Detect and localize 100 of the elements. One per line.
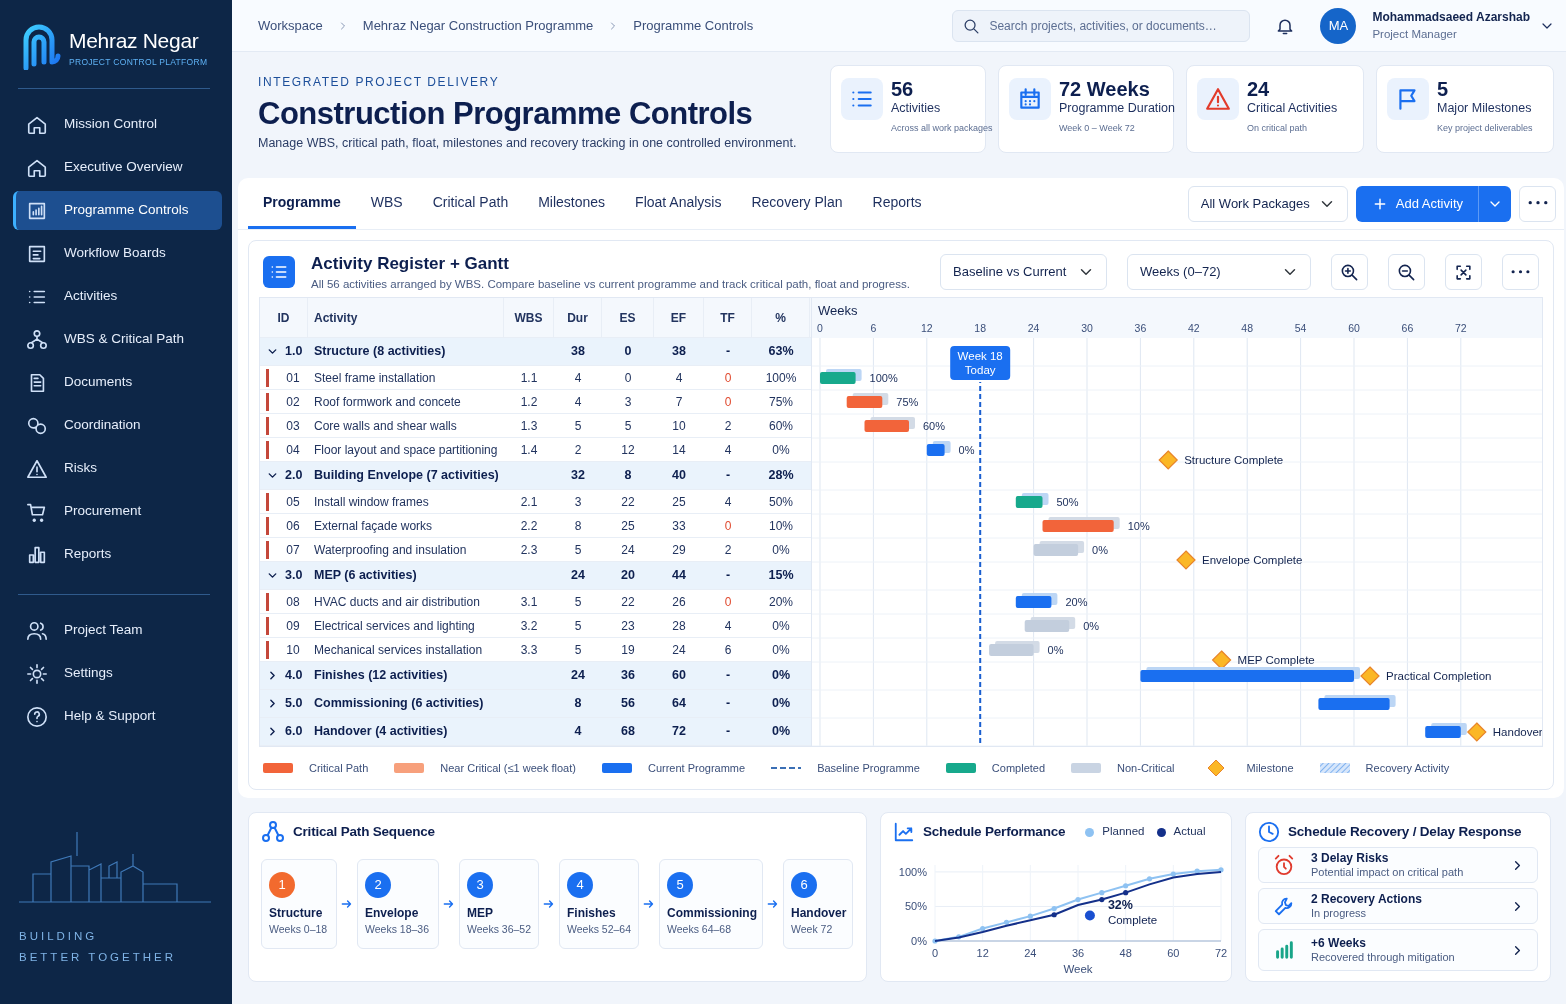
zoom-out-button[interactable]: [1388, 254, 1425, 290]
table-cell-text: 0: [723, 369, 733, 387]
step-weeks: Weeks 0–18: [269, 922, 329, 937]
tab[interactable]: Programme: [248, 178, 356, 229]
table-cell-text: 5: [573, 593, 583, 611]
table-cell-text: External façade works: [313, 517, 434, 535]
table-cell-text: 2.1: [519, 493, 539, 511]
table-cell-text: 75%: [768, 393, 794, 411]
table-cell-text: 24: [671, 641, 687, 659]
table-cell-text: 38: [570, 343, 586, 361]
more-icon: [1511, 269, 1530, 275]
column-header: Dur: [554, 298, 602, 337]
step-number: 2: [365, 872, 391, 898]
table-cell-text: 6: [723, 641, 733, 659]
table-cell-text: 1.3: [519, 417, 539, 435]
nav-item[interactable]: Project Team: [13, 611, 222, 650]
column-header: %: [752, 298, 810, 337]
nav-item[interactable]: Mission Control: [13, 105, 222, 144]
section-title: Activity Register + Gantt: [311, 252, 510, 275]
table-cell-text: 4: [723, 493, 733, 511]
range-dropdown[interactable]: Weeks (0–72): [1127, 254, 1311, 290]
table-cell-text: Structure (8 activities): [313, 343, 447, 361]
nav-item[interactable]: Activities: [13, 277, 222, 316]
breadcrumb-link[interactable]: Programme Controls: [633, 15, 754, 36]
axis-tick: 100%: [898, 865, 927, 878]
table-cell-text: HVAC ducts and air distribution: [313, 593, 481, 611]
table-cell-text: 4: [674, 369, 684, 387]
zoom-in-button[interactable]: [1331, 254, 1368, 290]
tab[interactable]: Milestones: [523, 178, 621, 229]
fit-screen-button[interactable]: [1445, 254, 1482, 290]
dropdown-toggle-button[interactable]: [1478, 185, 1511, 222]
annotation-dot: [1084, 910, 1095, 921]
nav-item[interactable]: Programme Controls: [13, 191, 222, 230]
table-cell-text: 28: [671, 617, 687, 635]
nav-item[interactable]: Executive Overview: [13, 148, 222, 187]
table-cell-text: 0%: [771, 641, 791, 659]
data-point: [1075, 896, 1081, 903]
tab[interactable]: Recovery Plan: [736, 178, 858, 229]
table-cell-text: 4: [573, 393, 583, 411]
step-name: Commissioning: [667, 905, 755, 922]
nav-item[interactable]: Procurement: [13, 492, 222, 531]
tab[interactable]: Reports: [857, 178, 937, 229]
legend-label: Non-Critical: [1117, 760, 1175, 776]
nav-item[interactable]: Reports: [13, 535, 222, 574]
table-cell-text: Roof formwork and concete: [313, 393, 462, 411]
recovery-item[interactable]: 2 Recovery Actions In progress: [1258, 888, 1538, 924]
brand-name: Mehraz Negar: [69, 27, 200, 54]
legend-label: Actual: [1173, 824, 1206, 840]
bar-label: 50%: [1056, 496, 1079, 508]
table-cell-text: 0%: [770, 695, 792, 713]
nav-item[interactable]: Settings: [13, 654, 222, 693]
table-cell-text: 4: [723, 617, 733, 635]
tab[interactable]: Critical Path: [417, 178, 524, 229]
data-point: [1218, 867, 1224, 873]
section-description: All 56 activities arranged by WBS. Compare baseline vs current programme and track critical path, float and progress.: [311, 277, 911, 293]
nav-item[interactable]: WBS & Critical Path: [13, 320, 222, 359]
nav-item[interactable]: Workflow Boards: [13, 234, 222, 273]
breadcrumb-link[interactable]: Workspace: [258, 15, 323, 36]
table-cell-text: 20%: [768, 593, 794, 611]
table-cell-text: MEP (6 activities): [313, 567, 418, 585]
step-name: MEP: [467, 905, 494, 922]
view-dropdown[interactable]: Baseline vs Current: [940, 254, 1107, 290]
alarm-clock-icon: [1273, 854, 1295, 876]
section-title: Schedule Performance: [923, 822, 1066, 841]
nav-item[interactable]: Coordination: [13, 406, 222, 445]
nav-item[interactable]: Help & Support: [13, 697, 222, 736]
axis-tick: 24: [1024, 947, 1037, 959]
table-cell-text: 26: [671, 593, 687, 611]
table-cell-text: -: [724, 343, 732, 361]
kpi-value: 5: [1437, 78, 1450, 100]
table-cell-text: 0: [723, 393, 733, 411]
data-point: [1170, 871, 1176, 877]
recovery-item[interactable]: 3 Delay Risks Potential impact on critical path: [1258, 847, 1538, 883]
axis-tick: 72: [1214, 947, 1228, 959]
list-icon: [263, 256, 295, 288]
table-cell-text: 3: [573, 493, 583, 511]
data-point: [1027, 913, 1033, 919]
work-package-dropdown[interactable]: All Work Packages: [1187, 185, 1348, 222]
users-icon: [26, 619, 48, 642]
axis-tick: 60: [1348, 322, 1360, 334]
section-title: Schedule Recovery / Delay Response: [1288, 822, 1522, 841]
data-point: [932, 938, 938, 944]
table-cell-text: 5: [573, 417, 583, 435]
tab[interactable]: Float Analysis: [620, 178, 737, 229]
kpi-value: 56: [891, 78, 915, 100]
gantt-bar: [846, 396, 883, 408]
recovery-item[interactable]: +6 Weeks Recovered through mitigation: [1258, 929, 1538, 971]
add-activity-button[interactable]: Add Activity: [1355, 185, 1479, 222]
search-field[interactable]: Search projects, activities, or documents…: [952, 9, 1251, 42]
table-cell-text: 4.0: [285, 667, 303, 685]
table-cell-text: 5: [573, 641, 583, 659]
kpi-label: Critical Activities: [1247, 100, 1338, 117]
axis-tick: 54: [1294, 322, 1307, 334]
table-cell-text: 50%: [768, 493, 794, 511]
avatar[interactable]: MA: [1320, 7, 1357, 44]
tab[interactable]: WBS: [355, 178, 418, 229]
nav-item[interactable]: Documents: [13, 363, 222, 402]
nav-item[interactable]: Risks: [13, 449, 222, 488]
step-name: Finishes: [567, 905, 617, 922]
breadcrumb-link[interactable]: Mehraz Negar Construction Programme: [362, 15, 594, 36]
